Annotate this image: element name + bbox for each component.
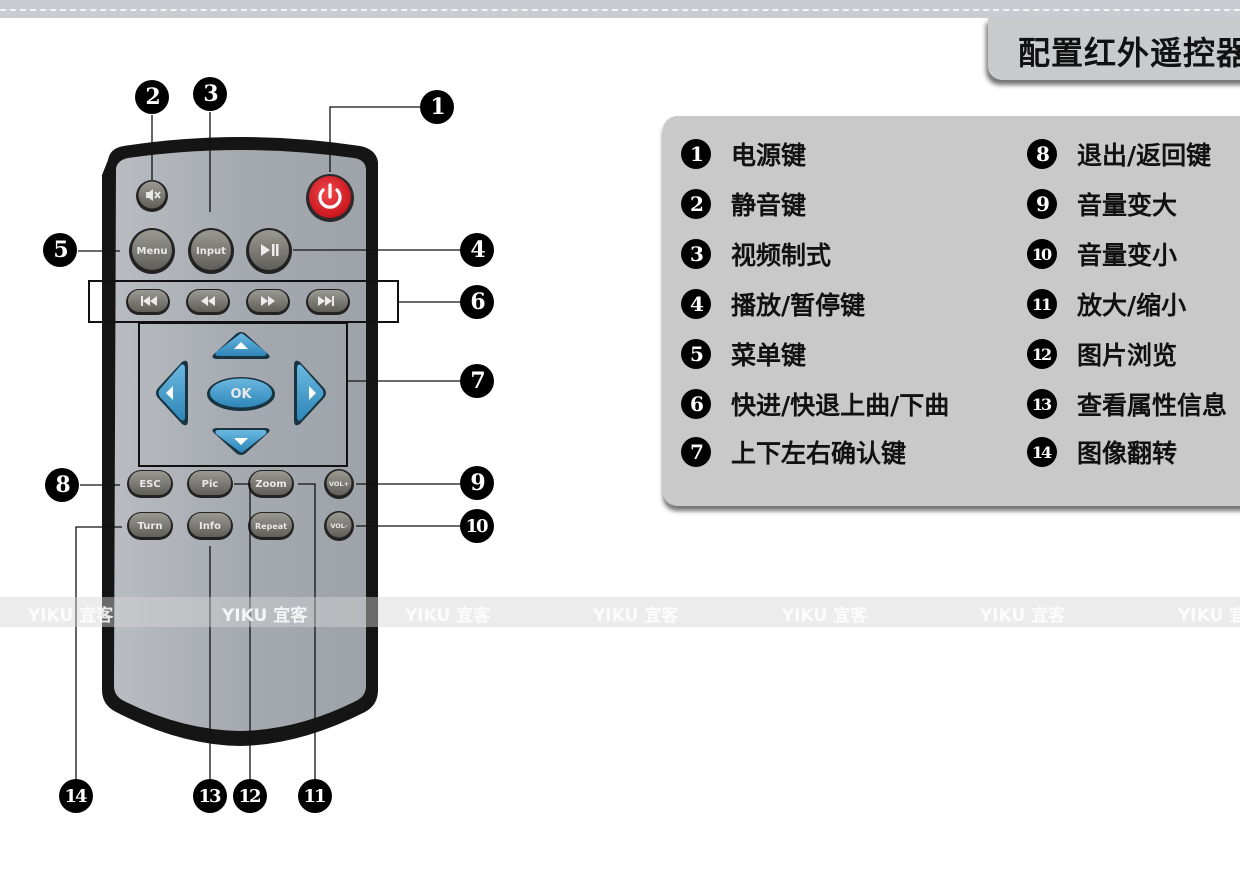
callout-badge: 6 xyxy=(460,285,494,319)
callout-6: 6 xyxy=(460,285,494,319)
callout-badge: 3 xyxy=(193,77,227,111)
callout-badge: 9 xyxy=(460,466,494,500)
watermark-text: YIKU 宜客 xyxy=(593,606,679,626)
callout-12: 12 xyxy=(233,779,267,813)
play-pause-button[interactable] xyxy=(246,228,292,274)
callout-badge: 1 xyxy=(420,90,454,124)
menu-label: Menu xyxy=(137,246,168,257)
watermark-text: YIKU 宜客 xyxy=(405,606,491,626)
watermark-text: YIKU 宜客 xyxy=(222,606,308,626)
turn-label: Turn xyxy=(138,521,163,532)
watermark-band: YIKU 宜客 YIKU 宜客 YIKU 宜客 YIKU 宜客 YIKU 宜客 … xyxy=(0,597,1240,627)
callout-8: 8 xyxy=(45,468,79,502)
pic-button[interactable]: Pic xyxy=(187,470,233,498)
callout-badge: 5 xyxy=(43,233,77,267)
menu-button[interactable]: Menu xyxy=(129,228,175,274)
fast-forward-button[interactable] xyxy=(246,289,290,315)
callout-badge: 2 xyxy=(135,80,169,114)
callout-badge: 12 xyxy=(233,779,267,813)
callout-5: 5 xyxy=(43,233,77,267)
callout-badge: 10 xyxy=(460,509,494,543)
callout-badge: 13 xyxy=(193,779,227,813)
watermark-text: YIKU 宜客 xyxy=(980,606,1066,626)
callout-13: 13 xyxy=(193,779,227,813)
mute-button[interactable] xyxy=(136,180,168,212)
repeat-label: Repeat xyxy=(255,522,287,531)
volume-up-button[interactable]: VOL+ xyxy=(324,469,354,499)
volume-down-button[interactable]: VOL- xyxy=(324,511,354,541)
callout-9: 9 xyxy=(460,466,494,500)
callout-badge: 8 xyxy=(45,468,79,502)
next-track-button[interactable] xyxy=(306,289,350,315)
callout-badge: 14 xyxy=(59,779,93,813)
callout-2: 2 xyxy=(135,80,169,114)
esc-button[interactable]: ESC xyxy=(127,470,173,498)
esc-label: ESC xyxy=(139,479,160,490)
rewind-button[interactable] xyxy=(186,289,230,315)
watermark-text: YIKU 宜客 xyxy=(782,606,868,626)
volume-down-label: VOL- xyxy=(330,522,348,530)
repeat-button[interactable]: Repeat xyxy=(248,512,294,540)
previous-track-button[interactable] xyxy=(126,289,170,315)
callout-badge: 11 xyxy=(298,779,332,813)
callout-badge: 7 xyxy=(460,364,494,398)
volume-up-label: VOL+ xyxy=(329,480,349,488)
callout-10: 10 xyxy=(460,509,494,543)
info-button[interactable]: Info xyxy=(187,512,233,540)
info-label: Info xyxy=(199,521,221,532)
watermark-text: YIKU 宜客 xyxy=(28,606,114,626)
callout-11: 11 xyxy=(298,779,332,813)
zoom-button[interactable]: Zoom xyxy=(248,470,294,498)
callout-3: 3 xyxy=(193,77,227,111)
callout-badge: 4 xyxy=(460,233,494,267)
callout-14: 14 xyxy=(59,779,93,813)
callout-7: 7 xyxy=(460,364,494,398)
callout-4: 4 xyxy=(460,233,494,267)
power-button[interactable] xyxy=(306,174,354,222)
zoom-label: Zoom xyxy=(255,479,286,490)
callout-1: 1 xyxy=(420,90,454,124)
watermark-text: YIKU 宜客 xyxy=(1178,606,1240,626)
pic-label: Pic xyxy=(202,479,219,490)
turn-button[interactable]: Turn xyxy=(127,512,173,540)
ok-button[interactable]: OK xyxy=(207,377,275,411)
ok-label: OK xyxy=(230,387,252,402)
input-button[interactable]: Input xyxy=(188,228,234,274)
remote-control-diagram: Menu Input OK ESC Pic Zoom VOL+ Turn Inf… xyxy=(75,106,460,780)
input-label: Input xyxy=(196,246,226,257)
